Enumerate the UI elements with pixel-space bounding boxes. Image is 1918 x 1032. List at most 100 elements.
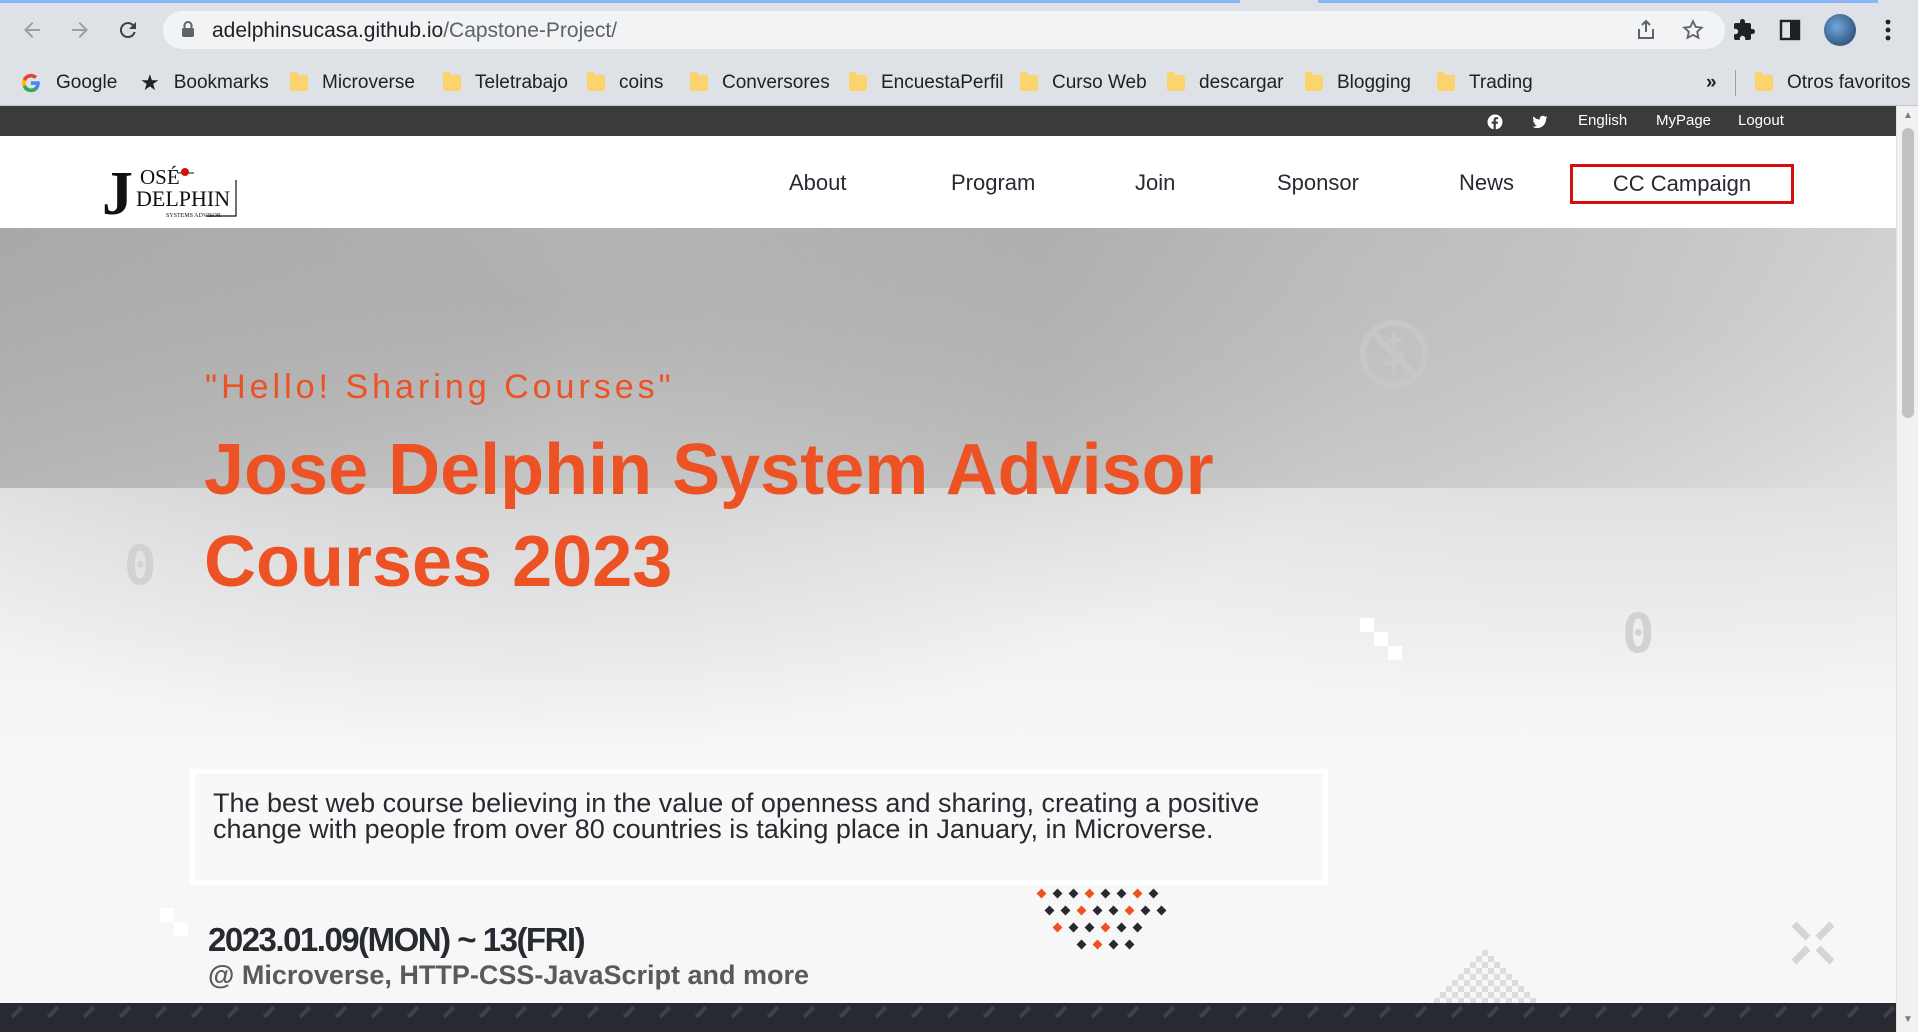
facebook-icon[interactable] (1487, 114, 1503, 130)
bookmark-label: Bookmarks (173, 72, 269, 93)
extensions-puzzle-icon[interactable] (1728, 14, 1760, 46)
pattern-dot (1524, 992, 1530, 998)
pattern-dot (1488, 968, 1494, 974)
bookmark-descargar[interactable]: descargar (1167, 60, 1284, 106)
bookmark-otros-favoritos[interactable]: Otros favoritos (1755, 60, 1911, 106)
nav-about[interactable]: About (789, 170, 847, 196)
pattern-diamond (1108, 905, 1119, 916)
bookmark-microverse[interactable]: Microverse (290, 60, 415, 106)
address-bar[interactable]: adelphinsucasa.github.io/Capstone-Projec… (163, 11, 1725, 49)
pattern-diamond (1132, 888, 1143, 899)
pattern-diamond (1076, 939, 1087, 950)
strip-dash (1558, 1005, 1572, 1019)
logo-mark: J OSÉ DELPHIN SYSTEMS ADVISOR (102, 160, 237, 228)
strip-dash (1090, 1005, 1104, 1019)
profile-avatar[interactable] (1824, 14, 1856, 46)
strip-dash (1234, 1005, 1248, 1019)
nav-program[interactable]: Program (951, 170, 1035, 196)
reload-icon[interactable] (112, 14, 144, 46)
nav-sponsor[interactable]: Sponsor (1277, 170, 1359, 196)
bookmark-label: coins (619, 72, 664, 93)
page-scrollbar[interactable]: ▲ ▼ (1896, 106, 1918, 1032)
pattern-diamond (1092, 939, 1103, 950)
strip-dash (1342, 1005, 1356, 1019)
scroll-up-icon[interactable]: ▲ (1902, 110, 1914, 122)
folder-icon (290, 72, 308, 91)
logout-link[interactable]: Logout (1738, 112, 1784, 129)
bookmark-label: Blogging (1337, 72, 1411, 93)
pattern-diamond (1100, 888, 1111, 899)
url-text[interactable]: adelphinsucasa.github.io/Capstone-Projec… (212, 19, 617, 43)
bookmark-encuestaperfil[interactable]: EncuestaPerfil (849, 60, 1004, 106)
pattern-dot (1482, 962, 1488, 968)
nav-join[interactable]: Join (1135, 170, 1175, 196)
pattern-dot (1512, 992, 1518, 998)
folder-icon (1020, 72, 1038, 91)
pattern-diamond (1084, 922, 1095, 933)
no-money-icon (1360, 320, 1428, 388)
hero-description: The best web course believing in the val… (213, 788, 1260, 844)
twitter-icon[interactable] (1532, 114, 1548, 130)
pattern-dot (1470, 962, 1476, 968)
folder-icon (587, 72, 605, 91)
pattern-diamond (1124, 905, 1135, 916)
bookmark-star-icon[interactable] (1680, 17, 1706, 43)
bookmark-coins[interactable]: coins (587, 60, 663, 106)
strip-dash (1666, 1005, 1680, 1019)
bookmark-trading[interactable]: Trading (1437, 60, 1533, 106)
url-domain: adelphinsucasa.github.io (212, 19, 444, 42)
bookmark-label: Trading (1469, 72, 1533, 93)
nav-cc-campaign-button[interactable]: CC Campaign (1570, 164, 1794, 204)
strip-dash (910, 1005, 924, 1019)
bookmark-label: Teletrabajo (475, 72, 568, 93)
strip-dash (550, 1005, 564, 1019)
side-panel-icon[interactable] (1774, 14, 1806, 46)
strip-dash (514, 1005, 528, 1019)
bookmark-teletrabajo[interactable]: Teletrabajo (443, 60, 568, 106)
bookmark-label: Otros favoritos (1787, 72, 1911, 93)
bookmark-conversores[interactable]: Conversores (690, 60, 830, 106)
bookmarks-overflow-button[interactable]: » (1706, 60, 1717, 106)
strip-dash (1774, 1005, 1788, 1019)
pattern-dot (1482, 974, 1488, 980)
strip-dash (406, 1005, 420, 1019)
scroll-thumb[interactable] (1902, 128, 1914, 418)
strip-dash (478, 1005, 492, 1019)
back-arrow-icon[interactable] (16, 14, 48, 46)
lock-icon[interactable] (181, 20, 195, 38)
hero-quote: "Hello! Sharing Courses" (205, 368, 675, 406)
loading-bar (0, 0, 1240, 3)
pattern-diamond (1092, 905, 1103, 916)
web-page: English MyPage Logout J OSÉ DELPHIN SYST… (0, 106, 1896, 1032)
kebab-menu-icon[interactable] (1872, 14, 1904, 46)
pattern-diamond (1116, 888, 1127, 899)
decorative-squares (160, 908, 188, 936)
event-venue: @ Microverse, HTTP-CSS-JavaScript and mo… (208, 960, 810, 990)
pattern-diamond (1068, 922, 1079, 933)
strip-dash (802, 1005, 816, 1019)
strip-dash (1414, 1005, 1428, 1019)
pattern-diamond (1052, 922, 1063, 933)
share-icon[interactable] (1633, 17, 1659, 43)
bookmark-bookmarks[interactable]: ★ Bookmarks (140, 60, 269, 106)
strip-dash (334, 1005, 348, 1019)
pattern-dot (1458, 986, 1464, 992)
mypage-link[interactable]: MyPage (1656, 112, 1711, 129)
bookmark-blogging[interactable]: Blogging (1305, 60, 1411, 106)
strip-dash (1162, 1005, 1176, 1019)
nav-news[interactable]: News (1459, 170, 1514, 196)
language-link[interactable]: English (1578, 112, 1627, 129)
strip-dash (1270, 1005, 1284, 1019)
pattern-dot (1494, 962, 1500, 968)
scroll-down-icon[interactable]: ▼ (1902, 1014, 1914, 1026)
bookmark-label: Google (56, 72, 118, 93)
bookmarks-divider (1735, 70, 1736, 96)
bookmark-curso-web[interactable]: Curso Web (1020, 60, 1147, 106)
forward-arrow-icon[interactable] (64, 14, 96, 46)
pattern-diamond (1140, 905, 1151, 916)
pattern-dot (1494, 974, 1500, 980)
site-logo[interactable]: J OSÉ DELPHIN SYSTEMS ADVISOR (100, 160, 242, 228)
url-path: /Capstone-Project/ (443, 19, 618, 42)
strip-dash (154, 1005, 168, 1019)
bookmark-google[interactable]: Google (20, 60, 117, 106)
